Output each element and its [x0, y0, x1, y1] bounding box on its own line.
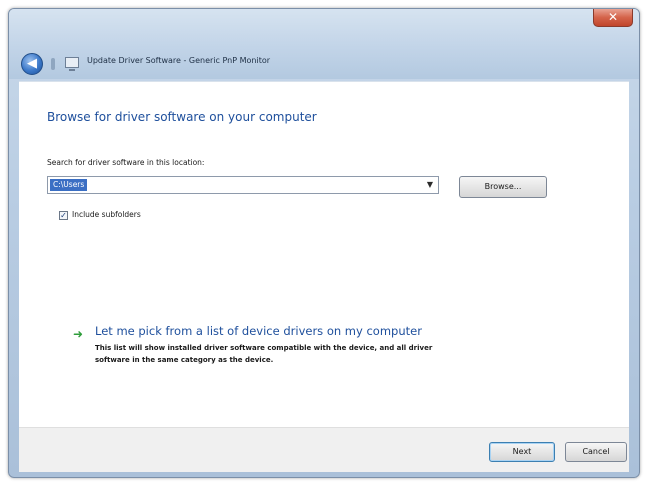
pick-from-list-description-line1: This list will show installed driver sof…	[95, 344, 433, 352]
back-button[interactable]: ◀	[21, 53, 43, 75]
pick-from-list-link[interactable]: Let me pick from a list of device driver…	[95, 324, 422, 338]
chevron-down-icon[interactable]: ▼	[424, 178, 436, 192]
main-content: Browse for driver software on your compu…	[19, 81, 629, 428]
close-icon: ✕	[607, 10, 619, 24]
include-subfolders-checkbox[interactable]: ✓	[59, 211, 68, 220]
monitor-icon	[65, 57, 79, 71]
search-location-value[interactable]: C:\Users	[50, 179, 88, 191]
green-arrow-icon: ➜	[73, 327, 84, 341]
back-arrow-icon: ◀	[27, 56, 37, 71]
window-title: Update Driver Software - Generic PnP Mon…	[87, 56, 271, 65]
close-button[interactable]: ✕	[593, 9, 633, 27]
pick-from-list-description-line2: software in the same category as the dev…	[95, 356, 274, 364]
browse-button[interactable]: Browse...	[459, 176, 547, 198]
driver-update-window: ✕ ◀ Update Driver Software - Generic PnP…	[8, 8, 640, 478]
search-location-combobox[interactable]: C:\Users ▼	[47, 176, 439, 194]
forward-button	[51, 58, 55, 70]
title-bar: ✕ ◀ Update Driver Software - Generic PnP…	[9, 9, 639, 79]
dialog-footer: Next Cancel	[19, 427, 629, 472]
page-heading: Browse for driver software on your compu…	[47, 110, 317, 124]
pick-from-list-option[interactable]: ➜ Let me pick from a list of device driv…	[59, 314, 579, 374]
search-location-label: Search for driver software in this locat…	[47, 158, 205, 167]
include-subfolders-label[interactable]: Include subfolders	[72, 210, 141, 219]
cancel-button[interactable]: Cancel	[565, 442, 627, 462]
next-button[interactable]: Next	[489, 442, 555, 462]
